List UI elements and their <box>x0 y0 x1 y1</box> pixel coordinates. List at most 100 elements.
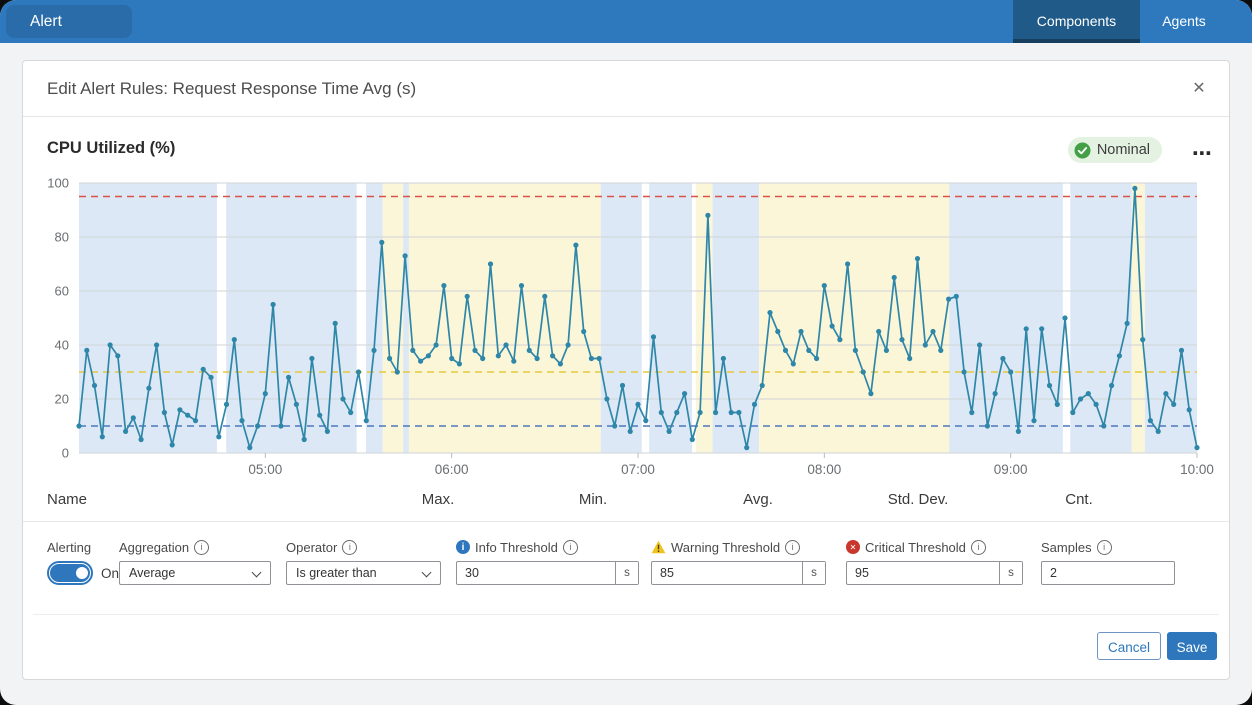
save-button[interactable]: Save <box>1167 632 1217 660</box>
data-point <box>410 348 415 353</box>
data-point <box>550 353 555 358</box>
data-point <box>690 437 695 442</box>
info-tooltip-icon[interactable]: i <box>785 540 800 555</box>
data-point <box>519 283 524 288</box>
warning-threshold-label: Warning Threshold <box>671 540 780 555</box>
data-point <box>1117 353 1122 358</box>
data-point <box>76 423 81 428</box>
data-point <box>884 348 889 353</box>
data-point <box>993 391 998 396</box>
x-axis-tick-label: 06:00 <box>435 462 469 477</box>
data-point <box>853 348 858 353</box>
column-header-cnt: Cnt. <box>1065 491 1093 508</box>
aggregation-value: Average <box>129 566 175 580</box>
alerting-toggle[interactable] <box>47 561 93 585</box>
info-tooltip-icon[interactable]: i <box>563 540 578 555</box>
status-badge: Nominal <box>1068 137 1162 163</box>
plot-band-blue <box>403 183 409 453</box>
data-point <box>775 329 780 334</box>
data-point <box>581 329 586 334</box>
info-tooltip-icon[interactable]: i <box>971 540 986 555</box>
data-point <box>503 342 508 347</box>
data-point <box>597 356 602 361</box>
tab-components[interactable]: Components <box>1013 0 1140 43</box>
data-point <box>729 410 734 415</box>
y-axis-tick-label: 60 <box>55 284 69 299</box>
data-point <box>271 302 276 307</box>
data-point <box>783 348 788 353</box>
data-point <box>682 391 687 396</box>
warning-threshold-unit: s <box>802 562 825 584</box>
data-point <box>566 342 571 347</box>
samples-label: Samples <box>1041 540 1092 555</box>
close-icon[interactable]: ✕ <box>1189 79 1209 99</box>
modal-header: Edit Alert Rules: Request Response Time … <box>23 61 1229 117</box>
data-point <box>1055 402 1060 407</box>
data-point <box>954 294 959 299</box>
data-point <box>418 359 423 364</box>
alerting-label: Alerting <box>47 539 119 555</box>
data-point <box>620 383 625 388</box>
data-point <box>659 410 664 415</box>
y-axis-tick-label: 100 <box>47 176 69 191</box>
data-point <box>760 383 765 388</box>
data-point <box>1062 315 1067 320</box>
column-header-name: Name <box>47 491 87 508</box>
data-point <box>239 418 244 423</box>
divider <box>23 521 1229 522</box>
data-point <box>1194 445 1199 450</box>
top-nav-bar: Alert Components Agents <box>0 0 1252 43</box>
cancel-button[interactable]: Cancel <box>1097 632 1161 660</box>
info-threshold-field: i Info Threshold i s <box>456 539 639 585</box>
data-point <box>457 361 462 366</box>
plot-band-blue <box>226 183 356 453</box>
plot-band-blue <box>649 183 692 453</box>
info-tooltip-icon[interactable]: i <box>1097 540 1112 555</box>
data-point <box>434 342 439 347</box>
data-point <box>589 356 594 361</box>
samples-input[interactable] <box>1041 561 1175 585</box>
data-point <box>962 369 967 374</box>
data-point <box>923 342 928 347</box>
data-point <box>1101 423 1106 428</box>
data-point <box>92 383 97 388</box>
divider <box>33 614 1219 615</box>
critical-threshold-input[interactable] <box>847 562 999 584</box>
data-point <box>698 410 703 415</box>
plot-band-blue <box>366 183 383 453</box>
aggregation-select[interactable]: Average <box>119 561 271 585</box>
data-point <box>1171 402 1176 407</box>
chart-menu-icon[interactable]: ⋯ <box>1192 141 1213 166</box>
data-point <box>162 410 167 415</box>
critical-threshold-label: Critical Threshold <box>865 540 966 555</box>
data-point <box>139 437 144 442</box>
data-point <box>1179 348 1184 353</box>
x-axis-tick-label: 10:00 <box>1180 462 1214 477</box>
tab-agents[interactable]: Agents <box>1140 0 1228 43</box>
y-axis-tick-label: 20 <box>55 392 69 407</box>
info-threshold-input[interactable] <box>457 562 615 584</box>
info-threshold-unit: s <box>615 562 638 584</box>
top-tabs: Components Agents <box>1013 0 1228 43</box>
data-point <box>1070 410 1075 415</box>
app-window: Alert Components Agents Edit Alert Rules… <box>0 0 1252 705</box>
data-point <box>705 213 710 218</box>
data-point <box>1156 429 1161 434</box>
info-tooltip-icon[interactable]: i <box>194 540 209 555</box>
chevron-down-icon <box>252 568 262 578</box>
warning-threshold-input[interactable] <box>652 562 802 584</box>
column-header-max: Max. <box>422 491 455 508</box>
data-point <box>806 348 811 353</box>
data-point <box>573 243 578 248</box>
edit-alert-rules-modal: Edit Alert Rules: Request Response Time … <box>22 60 1230 680</box>
data-point <box>309 356 314 361</box>
operator-select[interactable]: Is greater than <box>286 561 441 585</box>
data-point <box>1132 186 1137 191</box>
x-axis-tick-label: 07:00 <box>621 462 655 477</box>
data-point <box>154 342 159 347</box>
info-tooltip-icon[interactable]: i <box>342 540 357 555</box>
alert-nav-highlight <box>6 5 132 38</box>
data-point <box>651 334 656 339</box>
data-point <box>177 407 182 412</box>
data-point <box>907 356 912 361</box>
